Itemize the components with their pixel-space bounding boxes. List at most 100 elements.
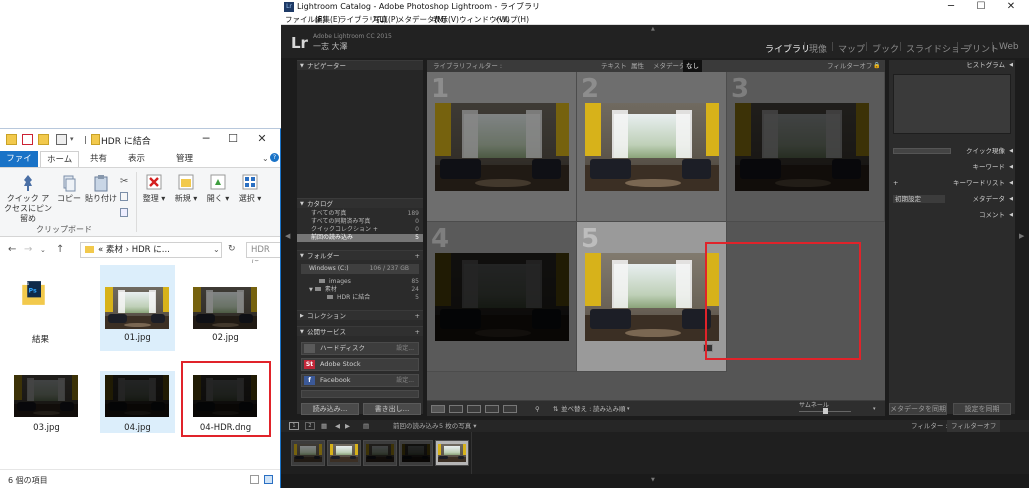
panel-publish-header[interactable]: ▼ 公開サービス +: [297, 326, 423, 336]
metadata-preset-select[interactable]: 初期設定: [893, 195, 945, 203]
service-setup[interactable]: 設定...: [396, 375, 414, 386]
grid-photo[interactable]: [585, 253, 719, 341]
customize-qa-icon[interactable]: ▾: [70, 134, 81, 145]
catalog-row[interactable]: すべての写真 189: [297, 210, 423, 218]
ribbon-expand-icon[interactable]: ⌄: [262, 154, 269, 163]
toolbar-menu-icon[interactable]: ▾: [873, 401, 876, 417]
sort-value[interactable]: 読み込み順: [593, 401, 626, 417]
file-item-03[interactable]: 03.jpg: [9, 371, 84, 457]
people-view-icon[interactable]: [503, 405, 517, 413]
sync-metadata-button[interactable]: メタデータを同期: [889, 403, 947, 415]
copy-path-icon[interactable]: [120, 192, 128, 201]
panel-histogram-header[interactable]: ヒストグラム ◀: [889, 60, 1015, 70]
filter-none[interactable]: なし: [683, 60, 702, 72]
file-item-01[interactable]: 01.jpg: [100, 265, 175, 351]
filmstrip-filter-value[interactable]: フィルターオフ: [947, 420, 1001, 432]
panel-comments-header[interactable]: コメント ◀: [889, 210, 1015, 220]
grid-photo[interactable]: [585, 103, 719, 191]
address-bar[interactable]: « 素材 › HDR に...: [80, 242, 222, 258]
publish-service-adobe-stock[interactable]: St Adobe Stock: [301, 358, 419, 371]
details-view-icon[interactable]: [250, 475, 259, 484]
panel-keyword-list-header[interactable]: + キーワードリスト ◀: [889, 178, 1015, 188]
refresh-icon[interactable]: ↻: [228, 244, 236, 254]
filter-text[interactable]: テキスト: [601, 60, 627, 72]
filmstrip-thumb-selected[interactable]: [435, 440, 469, 466]
catalog-row[interactable]: すべての同期済み写真 0: [297, 218, 423, 226]
minimize-button[interactable]: ─: [194, 131, 218, 147]
filmstrip-thumb[interactable]: [291, 440, 325, 466]
filter-lock-icon[interactable]: 🔒: [873, 60, 880, 72]
folder-row[interactable]: images 85: [297, 278, 423, 286]
filter-attribute[interactable]: 属性: [631, 60, 644, 72]
module-map[interactable]: マップ: [838, 42, 865, 55]
filter-metadata[interactable]: メタデータ: [653, 60, 686, 72]
filmstrip-thumb[interactable]: [327, 440, 361, 466]
publish-service-facebook[interactable]: f Facebook 設定...: [301, 374, 419, 387]
lr-close-button[interactable]: ✕: [997, 0, 1025, 14]
menu-help[interactable]: ヘルプ(H): [495, 14, 529, 25]
up-arrow-icon[interactable]: ↑: [56, 244, 64, 255]
tab-share[interactable]: 共有: [84, 151, 113, 167]
volume-bar[interactable]: Windows (C:) 106 / 237 GB: [301, 264, 419, 274]
grid-photo[interactable]: [435, 253, 569, 341]
new-folder-icon[interactable]: [38, 134, 49, 145]
panel-collections-header[interactable]: ▶ コレクション +: [297, 310, 423, 320]
menu-view[interactable]: 表示(V): [433, 14, 459, 25]
panel-metadata-header[interactable]: 初期設定 メタデータ ◀: [889, 194, 1015, 204]
tab-home[interactable]: ホーム: [40, 151, 80, 167]
page-2-button[interactable]: 2: [305, 422, 315, 430]
module-book[interactable]: ブック: [872, 42, 899, 55]
panel-quick-develop-header[interactable]: クイック現像 ◀: [889, 146, 1015, 156]
expand-triangle-icon[interactable]: ▼: [309, 287, 313, 293]
add-folder-icon[interactable]: +: [415, 251, 420, 261]
add-service-icon[interactable]: +: [415, 327, 420, 337]
import-button[interactable]: 読み込み...: [301, 403, 359, 415]
menu-photo[interactable]: 写真(P): [373, 14, 398, 25]
back-arrow-icon[interactable]: ←: [8, 244, 16, 255]
sort-dropdown-icon[interactable]: ▾: [627, 401, 630, 417]
survey-view-icon[interactable]: [485, 405, 499, 413]
back-icon[interactable]: ◀: [335, 420, 340, 432]
file-item-02[interactable]: 02.jpg: [188, 265, 263, 351]
grid-cell[interactable]: 1: [427, 72, 577, 222]
open-button[interactable]: 開く ▾: [204, 174, 232, 204]
search-input[interactable]: HDR に...: [246, 242, 280, 269]
organize-button[interactable]: 整理 ▾: [140, 174, 168, 204]
compare-view-icon[interactable]: [467, 405, 481, 413]
filmstrip-grid-icon[interactable]: ▤: [363, 420, 369, 432]
filter-preset[interactable]: フィルターオフ: [827, 60, 872, 72]
loupe-view-icon[interactable]: [449, 405, 463, 413]
sync-settings-button[interactable]: 設定を同期: [953, 403, 1011, 415]
folder-row[interactable]: ▼ 素材 24: [297, 286, 423, 294]
properties-icon[interactable]: [22, 134, 33, 145]
lr-maximize-button[interactable]: ☐: [967, 0, 995, 14]
panel-navigator-header[interactable]: ▼ ナビゲーター: [297, 60, 423, 70]
tab-view[interactable]: 表示: [122, 151, 151, 167]
tab-manage[interactable]: 管理: [170, 151, 199, 167]
paste-button[interactable]: 貼り付け: [84, 174, 118, 204]
painter-icon[interactable]: ⚲: [535, 401, 540, 417]
grid-small-icon[interactable]: ▦: [321, 420, 327, 432]
tab-file[interactable]: ファイル: [0, 151, 38, 180]
filmstrip-thumb[interactable]: [363, 440, 397, 466]
address-dropdown-icon[interactable]: ⌄: [213, 245, 220, 254]
left-panel-toggle-icon[interactable]: ◀: [285, 232, 290, 240]
copy-button[interactable]: コピー: [56, 174, 82, 204]
grid-cell[interactable]: 2: [577, 72, 727, 222]
maximize-button[interactable]: ☐: [221, 131, 245, 147]
catalog-row[interactable]: クイックコレクション + 0: [297, 226, 423, 234]
page-1-button[interactable]: 1: [289, 422, 299, 430]
close-button[interactable]: ✕: [250, 131, 274, 147]
undo-icon[interactable]: [56, 134, 67, 145]
file-item-result[interactable]: Ps PSD 結果: [3, 265, 78, 351]
service-setup[interactable]: 設定...: [396, 343, 414, 354]
large-icons-view-icon[interactable]: [264, 475, 273, 484]
module-slideshow[interactable]: スライドショー: [906, 42, 969, 55]
menu-edit[interactable]: 編集(E): [315, 14, 341, 25]
add-keyword-icon[interactable]: +: [893, 178, 898, 188]
pin-quick-access-button[interactable]: クイック アクセスにピン留め: [4, 174, 52, 224]
export-button[interactable]: 書き出し...: [363, 403, 421, 415]
grid-cell[interactable]: 4: [427, 222, 577, 372]
panel-keywording-header[interactable]: キーワード ◀: [889, 162, 1015, 172]
grid-photo[interactable]: [735, 103, 869, 191]
